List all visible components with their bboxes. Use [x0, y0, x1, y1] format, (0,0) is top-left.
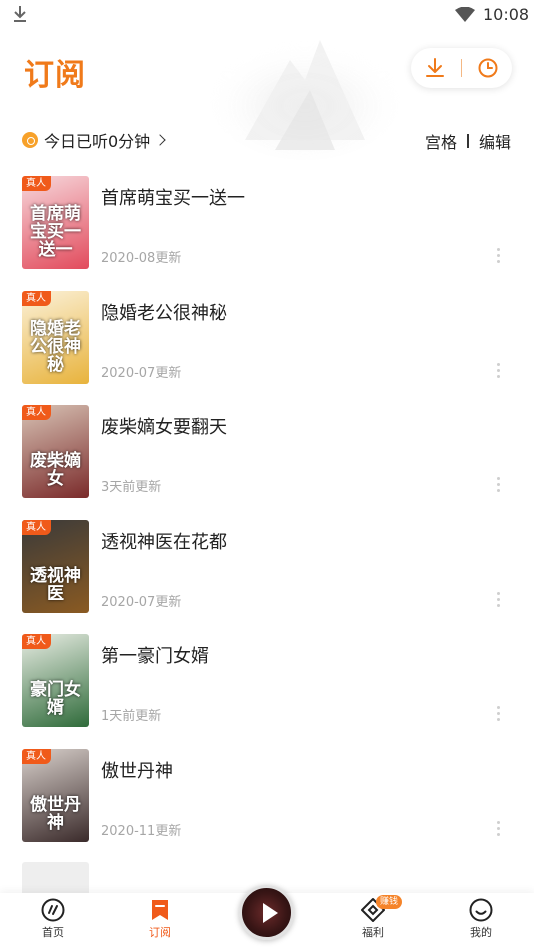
view-actions: 宫格 编辑	[425, 129, 511, 153]
book-cover: 透视神医 真人	[22, 519, 89, 613]
play-icon	[263, 903, 278, 923]
more-icon[interactable]	[495, 248, 501, 266]
book-item[interactable]: 废柴嫡女 真人 废柴嫡女要翻天 3天前更新	[0, 403, 534, 518]
nav-welfare[interactable]: 赚钱 福利	[343, 895, 403, 945]
cover-title: 傲世丹神	[30, 794, 81, 833]
book-item[interactable]: 首席萌宝买一送一 真人 首席萌宝买一送一 2020-08更新	[0, 174, 534, 289]
earn-badge: 赚钱	[376, 895, 403, 909]
page-title: 订阅	[24, 58, 86, 93]
home-dial-icon	[41, 898, 65, 922]
book-item[interactable]: 隐婚老公很神秘 真人 隐婚老公很神秘 2020-07更新	[0, 289, 534, 404]
cover-title: 豪门女婿	[30, 680, 81, 719]
book-cover: 豪门女婿 真人	[22, 634, 89, 728]
status-time: 10:08	[483, 5, 530, 24]
book-update: 2020-07更新	[101, 594, 182, 610]
book-update: 2020-07更新	[101, 365, 182, 381]
book-cover: 隐婚老公很神秘 真人	[22, 290, 89, 384]
book-item[interactable]: 透视神医 真人 透视神医在花都 2020-07更新	[0, 518, 534, 633]
download-status-icon	[14, 6, 26, 22]
subscription-list: 首席萌宝买一送一 真人 首席萌宝买一送一 2020-08更新 隐婚老公很神秘 真…	[0, 174, 534, 862]
more-icon[interactable]	[495, 477, 501, 495]
separator	[466, 134, 469, 148]
audio-tag: 真人	[22, 176, 51, 191]
coin-icon	[22, 132, 38, 148]
book-update: 1天前更新	[101, 709, 162, 725]
history-clock-icon[interactable]	[477, 57, 499, 79]
audio-tag: 真人	[22, 519, 51, 535]
mountain-decoration	[210, 40, 400, 160]
nav-subscribe[interactable]: 订阅	[130, 897, 190, 945]
book-title: 傲世丹神	[101, 760, 173, 782]
nav-home[interactable]: 首页	[23, 897, 83, 945]
cover-title: 首席萌宝买一送一	[30, 204, 81, 260]
book-title: 废柴嫡女要翻天	[101, 417, 227, 439]
book-item[interactable]: 傲世丹神 真人 傲世丹神 2020-11更新	[0, 747, 534, 862]
more-icon[interactable]	[495, 591, 501, 610]
chevron-right-icon	[154, 134, 166, 146]
cover-title: 透视神医	[30, 565, 81, 604]
book-update: 3天前更新	[101, 480, 162, 496]
edit-button[interactable]: 编辑	[479, 129, 511, 153]
header-actions	[411, 48, 512, 88]
nav-label: 订阅	[149, 926, 171, 939]
book-cover: 首席萌宝买一送一 真人	[22, 176, 89, 269]
book-cover: 废柴嫡女 真人	[22, 405, 89, 499]
book-update: 2020-08更新	[101, 251, 182, 266]
listen-time-text: 今日已听0分钟	[44, 132, 151, 151]
book-update: 2020-11更新	[101, 823, 182, 839]
book-title: 隐婚老公很神秘	[101, 302, 227, 324]
book-cover: 傲世丹神 真人	[22, 748, 89, 842]
audio-tag: 真人	[22, 290, 51, 306]
listen-time-row[interactable]: 今日已听0分钟	[22, 129, 166, 151]
cover-title: 隐婚老公很神秘	[30, 318, 81, 375]
audio-tag: 真人	[22, 748, 51, 764]
nav-mine[interactable]: 我的	[451, 897, 511, 945]
audio-tag: 真人	[22, 405, 51, 421]
nav-label: 福利	[362, 926, 384, 939]
audio-tag: 真人	[22, 634, 51, 650]
book-title: 首席萌宝买一送一	[101, 188, 245, 209]
smile-icon	[469, 898, 493, 922]
more-icon[interactable]	[495, 706, 501, 724]
wifi-icon	[455, 7, 475, 22]
more-icon[interactable]	[495, 820, 501, 839]
book-item[interactable]: 豪门女婿 真人 第一豪门女婿 1天前更新	[0, 632, 534, 747]
book-title: 第一豪门女婿	[101, 646, 209, 668]
more-icon[interactable]	[495, 362, 501, 381]
bookmark-icon	[152, 900, 168, 920]
download-icon[interactable]	[424, 57, 446, 79]
cover-title: 废柴嫡女	[30, 451, 81, 490]
book-title: 透视神医在花都	[101, 531, 227, 553]
nav-label: 首页	[42, 926, 64, 939]
player-button[interactable]	[239, 885, 294, 940]
separator	[461, 59, 462, 77]
nav-label: 我的	[470, 926, 492, 939]
grid-view-button[interactable]: 宫格	[425, 129, 457, 153]
